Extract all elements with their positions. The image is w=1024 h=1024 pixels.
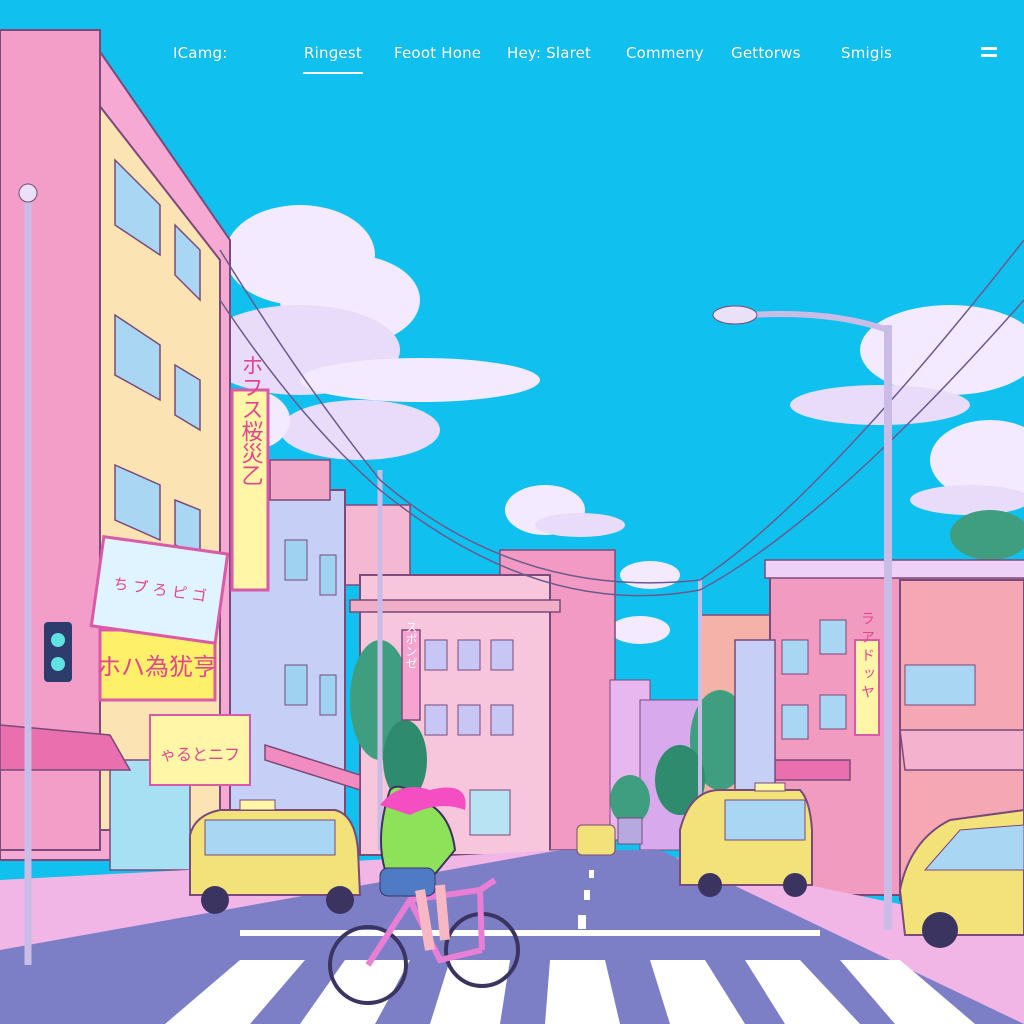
hamburger-menu-icon[interactable] [981, 45, 997, 59]
nav-tab-3[interactable]: Hey: Slaret [507, 44, 591, 62]
nav-tab-5[interactable]: Gettorws [731, 44, 801, 62]
shop-sign-small: ゃるとニフ [149, 714, 251, 786]
top-navigation: ICamg: Rinɡest Feoot Hone Hey: Slaret Co… [0, 0, 1024, 80]
svg-text:ゃるとニフ: ゃるとニフ [160, 745, 240, 764]
nav-tab-6[interactable]: Smigis [841, 44, 892, 62]
menu-bar-top [981, 47, 997, 50]
svg-text:スポンゼ: スポンゼ [404, 621, 418, 669]
svg-text:ホハ為犹亨: ホハ為犹亨 [97, 653, 217, 681]
svg-text:ラ ア ド ッ ヤ: ラ ア ド ッ ヤ [859, 611, 875, 699]
nav-tab-4[interactable]: Commeny [626, 44, 704, 62]
brand-logo: ICamg: [173, 44, 228, 62]
street-scene-illustration: ホフス桜災乙 ホハ為犹亨 ち ブ゙ ろ ピ ゴ ゃるとニフ スポンゼ ラ ア ド… [0, 0, 1024, 1024]
shop-sign-strip: ち ブ゙ ろ ピ ゴ [89, 534, 230, 645]
nav-tab-2[interactable]: Feoot Hone [394, 44, 481, 62]
nav-tab-1[interactable]: Rinɡest [303, 44, 363, 74]
bus-right [679, 782, 813, 897]
svg-text:ホフス桜災乙: ホフス桜災乙 [238, 354, 264, 486]
vertical-sign-mid: スポンゼ [401, 621, 421, 721]
vertical-sign-left: ホフス桜災乙 [230, 354, 270, 592]
menu-bar-bottom [981, 54, 997, 57]
